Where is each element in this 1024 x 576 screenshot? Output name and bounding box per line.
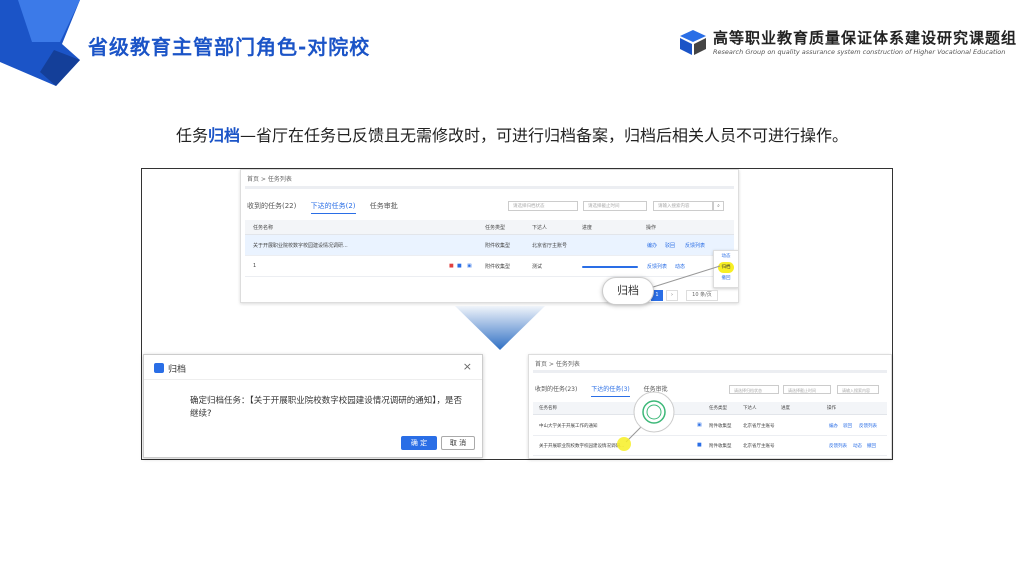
archive-status-select[interactable]: 请选择归档状态: [508, 201, 578, 211]
column-header: 任务名称: [253, 225, 274, 231]
column-header: 任务类型: [709, 406, 727, 411]
action-reject-link[interactable]: 驳回: [843, 423, 852, 429]
trash-icon[interactable]: ■: [457, 263, 462, 269]
header-bar: [533, 370, 887, 373]
column-header: 操作: [646, 225, 657, 231]
headline-highlight: 归档: [207, 126, 240, 145]
archive-callout-bubble: 归档: [602, 277, 654, 305]
task-assigner: 北京省厅主账号: [743, 444, 775, 449]
column-header: 下达人: [743, 406, 757, 411]
column-header: 下达人: [532, 225, 548, 231]
logo-chinese-text: 高等职业教育质量保证体系建设研究课题组: [713, 29, 1018, 47]
task-assigner: 北京省厅主账号: [532, 243, 568, 249]
column-header: 任务类型: [485, 225, 506, 231]
action-dynamic-link[interactable]: 动态: [853, 443, 862, 449]
search-input[interactable]: 请输入搜索内容: [653, 201, 713, 211]
table-row[interactable]: 中山大学关于开展工作的通知 ▣ 附件收集型 北京省厅主账号 编办 驳回 反馈列表: [533, 417, 887, 436]
bottom-task-list-panel: 首页 > 任务列表 收到的任务(23) 下达的任务(3) 任务审批 请选择归档状…: [528, 354, 892, 459]
action-edit-link[interactable]: 编办: [647, 242, 657, 249]
archived-stamp-callout: [617, 391, 675, 451]
trash-icon[interactable]: ■: [697, 442, 702, 448]
column-header: 操作: [827, 406, 836, 411]
dialog-divider: [144, 379, 482, 380]
task-assigner: 北京省厅主账号: [743, 424, 775, 429]
action-reject-link[interactable]: 驳回: [665, 242, 675, 249]
search-icon: ⌕: [717, 204, 720, 209]
column-header: 进度: [582, 225, 593, 231]
task-assigner: 测试: [532, 264, 543, 270]
tab-issued[interactable]: 下达的任务(2): [310, 202, 356, 214]
cube-logo-icon: [680, 30, 706, 55]
table-row[interactable]: 关于开展职业院校数字校园建设情况调研... 附件收集型 北京省厅主账号 编办 驳…: [245, 235, 734, 256]
search-input[interactable]: 请输入搜索内容: [837, 385, 879, 394]
table-row[interactable]: 关于开展职业院校数字校园建设情况调研... ■ 附件收集型 北京省厅主账号 反馈…: [533, 437, 887, 456]
close-icon[interactable]: ×: [463, 360, 472, 373]
down-arrow-icon: [455, 306, 545, 350]
archive-status-select[interactable]: 请选择归档状态: [729, 385, 779, 394]
tab-approval[interactable]: 任务审批: [370, 202, 398, 210]
dialog-title: 归档: [168, 365, 187, 375]
header-decoration: [0, 0, 80, 86]
action-feedback-list-link[interactable]: 反馈列表: [859, 423, 877, 429]
action-edit-link[interactable]: 编办: [829, 423, 838, 429]
task-type: 附件收集型: [485, 243, 511, 249]
deadline-date-picker[interactable]: 请选择截止时间: [783, 385, 831, 394]
header-bar: [245, 186, 734, 189]
tab-bar: 收到的任务(22) 下达的任务(2) 任务审批: [247, 201, 410, 214]
deadline-date-picker[interactable]: 请选择截止时间: [583, 201, 647, 211]
task-type: 附件收集型: [485, 264, 511, 270]
action-withdraw-link[interactable]: 撤回: [867, 443, 876, 449]
column-header: 进度: [781, 406, 790, 411]
action-feedback-list-link[interactable]: 反馈列表: [685, 242, 705, 249]
lock-icon: ■: [449, 263, 454, 269]
column-header: 任务名称: [539, 406, 557, 411]
task-name: 1: [253, 263, 257, 269]
task-name: 关于开展职业院校数字校园建设情况调研...: [253, 243, 348, 249]
confirm-button[interactable]: 确 定: [401, 436, 437, 450]
action-feedback-list-link[interactable]: 反馈列表: [829, 443, 847, 449]
dialog-message: 确定归档任务：【关于开展职业院校数字校园建设情况调研的通知】，是否继续?: [190, 396, 463, 419]
breadcrumb: 首页 > 任务列表: [535, 361, 580, 368]
cancel-button[interactable]: 取 消: [441, 436, 475, 450]
tab-received[interactable]: 收到的任务(22): [247, 202, 296, 210]
archive-icon: [154, 363, 164, 373]
archive-dialog: 归档 × 确定归档任务：【关于开展职业院校数字校园建设情况调研的通知】，是否继续…: [143, 354, 483, 458]
task-name: 中山大学关于开展工作的通知: [539, 424, 598, 429]
table-header: 任务名称 任务类型 下达人 进度 操作: [533, 402, 887, 415]
task-type: 附件收集型: [709, 444, 732, 449]
headline: 任务归档—省厅在任务已反馈且无需修改时，可进行归档备案，归档后相关人员不可进行操…: [0, 122, 1024, 146]
search-button[interactable]: ⌕: [713, 201, 724, 211]
page-title: 省级教育主管部门角色-对院校: [88, 35, 371, 59]
table-header: 任务名称 任务类型 下达人 进度 操作: [245, 220, 734, 235]
breadcrumb: 首页 > 任务列表: [247, 176, 292, 183]
document-icon[interactable]: ▣: [697, 422, 702, 428]
task-type: 附件收集型: [709, 424, 732, 429]
document-icon[interactable]: ▣: [467, 263, 472, 269]
headline-suffix: —省厅在任务已反馈且无需修改时，可进行归档备案，归档后相关人员不可进行操作。: [240, 126, 849, 145]
logo-english-text: Research Group on quality assurance syst…: [713, 48, 1006, 56]
headline-prefix: 任务: [175, 126, 208, 145]
tab-received[interactable]: 收到的任务(23): [535, 386, 577, 393]
